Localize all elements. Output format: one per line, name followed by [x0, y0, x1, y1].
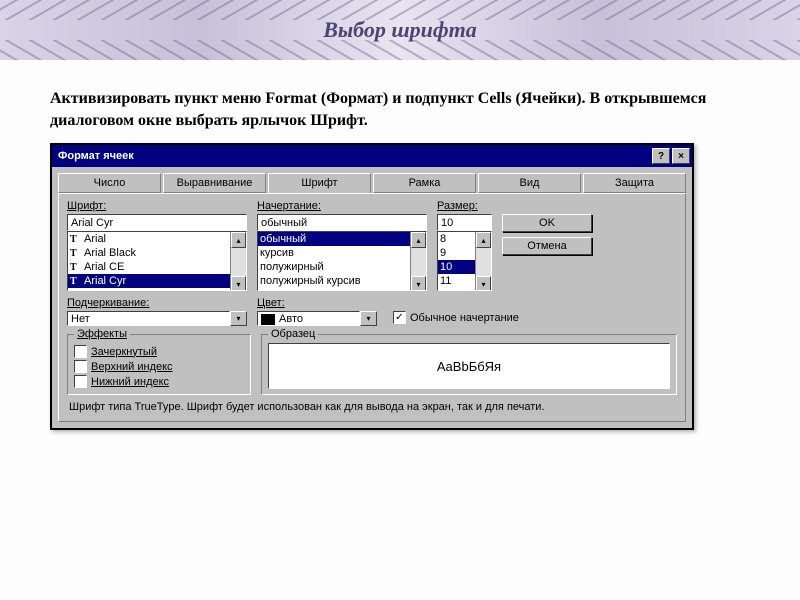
list-item[interactable]: 10: [438, 260, 476, 274]
tab-alignment[interactable]: Выравнивание: [163, 173, 266, 193]
scrollbar[interactable]: ▴ ▾: [475, 232, 491, 290]
subscript-checkbox[interactable]: Нижний индекс: [74, 375, 244, 388]
ok-button[interactable]: OK: [502, 214, 592, 232]
superscript-checkbox[interactable]: Верхний индекс: [74, 360, 244, 373]
checkbox-icon: [74, 345, 87, 358]
checkbox-icon: [74, 360, 87, 373]
font-label: Шрифт:: [67, 200, 247, 212]
truetype-icon: T: [70, 248, 82, 259]
scrollbar[interactable]: ▴ ▾: [410, 232, 426, 290]
scroll-up-icon[interactable]: ▴: [231, 232, 246, 248]
page-title: Выбор шрифта: [323, 17, 477, 43]
effects-group: Эффекты Зачеркнутый Верхний индекс Нижни…: [67, 334, 251, 395]
banner: Выбор шрифта: [0, 0, 800, 60]
tab-bar: Число Выравнивание Шрифт Рамка Вид Защит…: [52, 167, 692, 193]
strike-checkbox[interactable]: Зачеркнутый: [74, 345, 244, 358]
cancel-button[interactable]: Отмена: [502, 237, 592, 255]
chevron-down-icon[interactable]: ▾: [360, 311, 377, 326]
format-cells-dialog: Формат ячеек ? × Число Выравнивание Шриф…: [50, 143, 694, 430]
tab-font[interactable]: Шрифт: [268, 173, 371, 193]
info-text: Шрифт типа TrueType. Шрифт будет использ…: [67, 395, 677, 415]
style-label: Начертание:: [257, 200, 427, 212]
truetype-icon: T: [70, 276, 82, 287]
list-item: TArial Cyr: [68, 274, 231, 288]
scroll-down-icon[interactable]: ▾: [411, 276, 426, 291]
preview-box: AaBbБбЯя: [268, 343, 670, 389]
font-listbox[interactable]: TArial TArial Black TArial CE TArial Cyr…: [67, 231, 247, 291]
instructions-text: Активизировать пункт меню Format (Формат…: [0, 60, 800, 143]
font-input[interactable]: [67, 214, 247, 231]
truetype-icon: T: [70, 262, 82, 273]
color-label: Цвет:: [257, 297, 377, 309]
effects-title: Эффекты: [74, 328, 130, 340]
preview-group: Образец AaBbБбЯя: [261, 334, 677, 395]
style-listbox[interactable]: обычный курсив полужирный полужирный кур…: [257, 231, 427, 291]
list-item[interactable]: обычный: [258, 232, 411, 246]
tab-number[interactable]: Число: [58, 173, 161, 193]
titlebar[interactable]: Формат ячеек ? ×: [52, 145, 692, 167]
close-button[interactable]: ×: [672, 148, 690, 164]
chevron-down-icon[interactable]: ▾: [230, 311, 247, 326]
list-item: TArial CE: [68, 260, 231, 274]
list-item[interactable]: полужирный курсив: [258, 274, 411, 288]
list-item: TArial: [68, 232, 231, 246]
list-item[interactable]: 8: [438, 232, 476, 246]
normal-font-checkbox[interactable]: ✓ Обычное начертание: [393, 311, 519, 324]
list-item[interactable]: 11: [438, 274, 476, 288]
underline-label: Подчеркивание:: [67, 297, 247, 309]
checkbox-icon: ✓: [393, 311, 406, 324]
color-chip: [261, 314, 275, 325]
list-item[interactable]: 9: [438, 246, 476, 260]
tab-panel: Шрифт: TArial TArial Black TArial CE TAr…: [58, 193, 686, 422]
checkbox-icon: [74, 375, 87, 388]
scroll-down-icon[interactable]: ▾: [231, 276, 246, 291]
size-listbox[interactable]: 8 9 10 11 ▴ ▾: [437, 231, 492, 291]
color-combo[interactable]: Авто ▾: [257, 311, 377, 326]
list-item: TArial Black: [68, 246, 231, 260]
tab-border[interactable]: Рамка: [373, 173, 476, 193]
underline-combo[interactable]: Нет ▾: [67, 311, 247, 326]
size-input[interactable]: [437, 214, 492, 231]
scroll-down-icon[interactable]: ▾: [476, 276, 491, 291]
window-title: Формат ячеек: [58, 150, 650, 162]
list-item[interactable]: курсив: [258, 246, 411, 260]
truetype-icon: T: [70, 234, 82, 245]
tab-patterns[interactable]: Вид: [478, 173, 581, 193]
scroll-up-icon[interactable]: ▴: [411, 232, 426, 248]
list-item[interactable]: полужирный: [258, 260, 411, 274]
tab-protection[interactable]: Защита: [583, 173, 686, 193]
scrollbar[interactable]: ▴ ▾: [230, 232, 246, 290]
preview-title: Образец: [268, 328, 318, 340]
help-button[interactable]: ?: [652, 148, 670, 164]
size-label: Размер:: [437, 200, 492, 212]
scroll-up-icon[interactable]: ▴: [476, 232, 491, 248]
style-input[interactable]: [257, 214, 427, 231]
